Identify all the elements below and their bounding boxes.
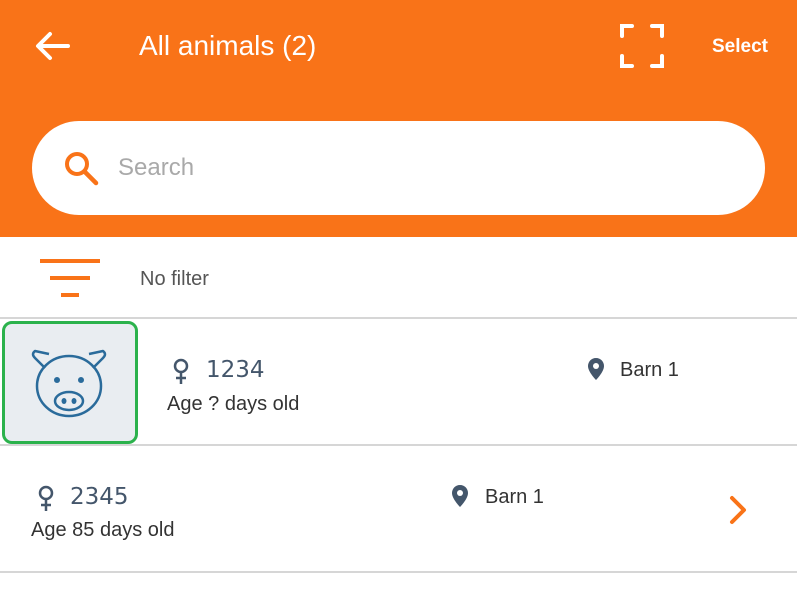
page-title: All animals (2) (139, 30, 317, 61)
search-bar[interactable] (32, 121, 765, 215)
animal-list-item[interactable]: 1234 Age ? days old Barn 1 (0, 320, 797, 446)
scan-icon[interactable] (618, 22, 666, 70)
location-pin-icon (452, 485, 468, 507)
location-pin-icon (588, 358, 604, 380)
select-button[interactable]: Select (712, 36, 768, 58)
animal-age: Age ? days old (167, 393, 300, 415)
animal-avatar[interactable] (2, 321, 138, 444)
back-arrow-icon[interactable] (30, 26, 74, 66)
app-header: All animals (2) Select (0, 0, 797, 237)
filter-icon[interactable] (40, 257, 100, 299)
animal-id: 2345 (70, 484, 129, 510)
animal-age: Age 85 days old (31, 519, 175, 541)
female-icon (173, 358, 189, 384)
animal-location: Barn 1 (620, 359, 679, 381)
animal-id: 1234 (206, 357, 265, 383)
animal-location: Barn 1 (485, 486, 544, 508)
filter-label: No filter (140, 268, 209, 290)
animal-list-item[interactable]: 2345 Age 85 days old Barn 1 (0, 447, 797, 573)
pig-icon (31, 349, 107, 418)
filter-bar[interactable]: No filter (0, 237, 797, 319)
female-icon (38, 485, 54, 511)
search-input[interactable] (118, 148, 718, 188)
search-icon (65, 152, 99, 186)
chevron-right-icon[interactable] (726, 495, 750, 525)
